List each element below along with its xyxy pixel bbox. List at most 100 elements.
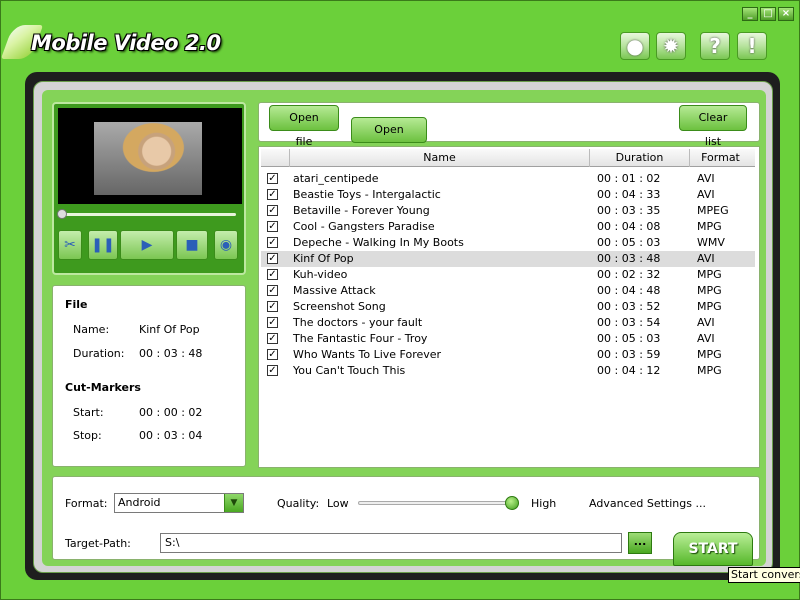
browse-button[interactable]: ... xyxy=(628,532,652,554)
title-bar: Mobile Video 2.0 _ □ × ● ✹ ? ! xyxy=(0,1,800,71)
format-label: Format: xyxy=(65,497,108,510)
table-row[interactable]: ✓ The Fantastic Four - Troy 00 : 05 : 03 AV… xyxy=(261,331,755,347)
quality-slider-handle[interactable] xyxy=(505,496,519,510)
stop-label: Stop: xyxy=(73,429,102,442)
tab-open-file[interactable]: Open file xyxy=(269,105,339,148)
row-name: Screenshot Song xyxy=(293,300,386,313)
row-checkbox[interactable]: ✓ xyxy=(267,173,278,184)
table-row[interactable]: ✓ Kinf Of Pop 00 : 03 : 48 AVI xyxy=(261,251,755,267)
globe-button[interactable]: ● xyxy=(620,32,650,60)
row-name: Massive Attack xyxy=(293,284,376,297)
row-duration: 00 : 04 : 12 xyxy=(597,364,661,377)
clear-list-button[interactable]: Clear list xyxy=(679,105,747,148)
row-duration: 00 : 04 : 48 xyxy=(597,284,661,297)
row-checkbox[interactable]: ✓ xyxy=(267,253,278,264)
row-format: AVI xyxy=(697,316,715,329)
table-row[interactable]: ✓ Beastie Toys - Intergalactic 00 : 04 : 3… xyxy=(261,187,755,203)
format-value: Android xyxy=(118,496,161,509)
format-select[interactable]: Android ▼ xyxy=(114,493,244,513)
target-path-label: Target-Path: xyxy=(65,537,131,550)
table-row[interactable]: ✓ The doctors - your fault 00 : 03 : 54 AVI xyxy=(261,315,755,331)
row-format: MPG xyxy=(697,364,722,377)
column-name[interactable]: Name xyxy=(289,149,589,167)
table-row[interactable]: ✓ Kuh-video 00 : 02 : 32 MPG xyxy=(261,267,755,283)
start-label: Start: xyxy=(73,406,104,419)
quality-low-label: Low xyxy=(327,497,349,510)
row-checkbox[interactable]: ✓ xyxy=(267,301,278,312)
video-screen xyxy=(58,108,242,204)
file-heading: File xyxy=(65,298,88,311)
table-row[interactable]: ✓ atari_centipede 00 : 01 : 02 AVI xyxy=(261,171,755,187)
question-icon: ? xyxy=(709,34,721,58)
pause-button[interactable]: ❚❚ xyxy=(88,230,118,260)
advanced-settings-link[interactable]: Advanced Settings ... xyxy=(589,497,706,510)
video-player: ✂ ❚❚ ▶ ■ ◉ xyxy=(52,102,246,275)
seek-handle[interactable] xyxy=(57,209,67,219)
row-name: Beastie Toys - Intergalactic xyxy=(293,188,441,201)
exclamation-icon: ! xyxy=(747,34,757,58)
maximize-button[interactable]: □ xyxy=(760,7,776,21)
settings-button[interactable]: ✹ xyxy=(656,32,686,60)
row-name: You Can't Touch This xyxy=(293,364,406,377)
row-name: Who Wants To Live Forever xyxy=(293,348,442,361)
start-button[interactable]: START xyxy=(673,532,753,566)
row-checkbox[interactable]: ✓ xyxy=(267,237,278,248)
table-row[interactable]: ✓ Depeche - Walking In My Boots 00 : 05 : … xyxy=(261,235,755,251)
table-row[interactable]: ✓ Cool - Gangsters Paradise 00 : 04 : 08 MP… xyxy=(261,219,755,235)
scissors-icon: ✂ xyxy=(64,237,76,253)
row-checkbox[interactable]: ✓ xyxy=(267,365,278,376)
file-info-panel: File Name: Kinf Of Pop Duration: 00 : 03… xyxy=(52,285,246,467)
cut-markers-heading: Cut-Markers xyxy=(65,381,141,394)
row-format: WMV xyxy=(697,236,725,249)
close-button[interactable]: × xyxy=(778,7,794,21)
name-value: Kinf Of Pop xyxy=(139,323,200,336)
row-format: MPG xyxy=(697,220,722,233)
row-duration: 00 : 03 : 48 xyxy=(597,252,661,265)
table-row[interactable]: ✓ Betaville - Forever Young 00 : 03 : 35 MP… xyxy=(261,203,755,219)
target-path-input[interactable]: S:\ xyxy=(160,533,622,553)
row-duration: 00 : 05 : 03 xyxy=(597,236,661,249)
info-button[interactable]: ! xyxy=(737,32,767,60)
quality-slider[interactable] xyxy=(358,501,512,505)
table-row[interactable]: ✓ Massive Attack 00 : 04 : 48 MPG xyxy=(261,283,755,299)
column-duration[interactable]: Duration xyxy=(589,149,689,167)
snapshot-button[interactable]: ◉ xyxy=(214,230,238,260)
row-checkbox[interactable]: ✓ xyxy=(267,269,278,280)
row-name: The doctors - your fault xyxy=(293,316,423,329)
video-preview-image xyxy=(94,122,202,195)
seek-track[interactable] xyxy=(60,213,236,216)
minimize-button[interactable]: _ xyxy=(742,7,758,21)
row-checkbox[interactable]: ✓ xyxy=(267,285,278,296)
quality-label: Quality: xyxy=(277,497,320,510)
cut-button[interactable]: ✂ xyxy=(58,230,82,260)
row-format: MPG xyxy=(697,284,722,297)
play-button[interactable]: ▶ xyxy=(120,230,174,260)
row-duration: 00 : 03 : 59 xyxy=(597,348,661,361)
row-checkbox[interactable]: ✓ xyxy=(267,333,278,344)
help-button[interactable]: ? xyxy=(700,32,730,60)
row-checkbox[interactable]: ✓ xyxy=(267,317,278,328)
list-header: Name Duration Format xyxy=(261,149,755,167)
table-row[interactable]: ✓ Screenshot Song 00 : 03 : 52 MPG xyxy=(261,299,755,315)
row-format: MPG xyxy=(697,300,722,313)
table-row[interactable]: ✓ You Can't Touch This 00 : 04 : 12 MPG xyxy=(261,363,755,379)
conversion-settings: Format: Android ▼ Quality: Low High Adva… xyxy=(52,476,760,566)
row-checkbox[interactable]: ✓ xyxy=(267,189,278,200)
row-name: Betaville - Forever Young xyxy=(293,204,430,217)
row-format: AVI xyxy=(697,252,715,265)
pause-icon: ❚❚ xyxy=(91,237,115,253)
stop-button[interactable]: ■ xyxy=(176,230,208,260)
chevron-down-icon[interactable]: ▼ xyxy=(224,494,243,512)
row-checkbox[interactable]: ✓ xyxy=(267,221,278,232)
row-checkbox[interactable]: ✓ xyxy=(267,349,278,360)
row-checkbox[interactable]: ✓ xyxy=(267,205,278,216)
tab-open-dvd[interactable]: Open DVD xyxy=(351,117,427,160)
row-format: MPG xyxy=(697,348,722,361)
duration-label: Duration: xyxy=(73,347,125,360)
row-name: Depeche - Walking In My Boots xyxy=(293,236,464,249)
column-format[interactable]: Format xyxy=(689,149,751,167)
stop-value: 00 : 03 : 04 xyxy=(139,429,203,442)
camera-icon: ◉ xyxy=(219,237,233,253)
table-row[interactable]: ✓ Who Wants To Live Forever 00 : 03 : 59 MP… xyxy=(261,347,755,363)
row-format: AVI xyxy=(697,332,715,345)
